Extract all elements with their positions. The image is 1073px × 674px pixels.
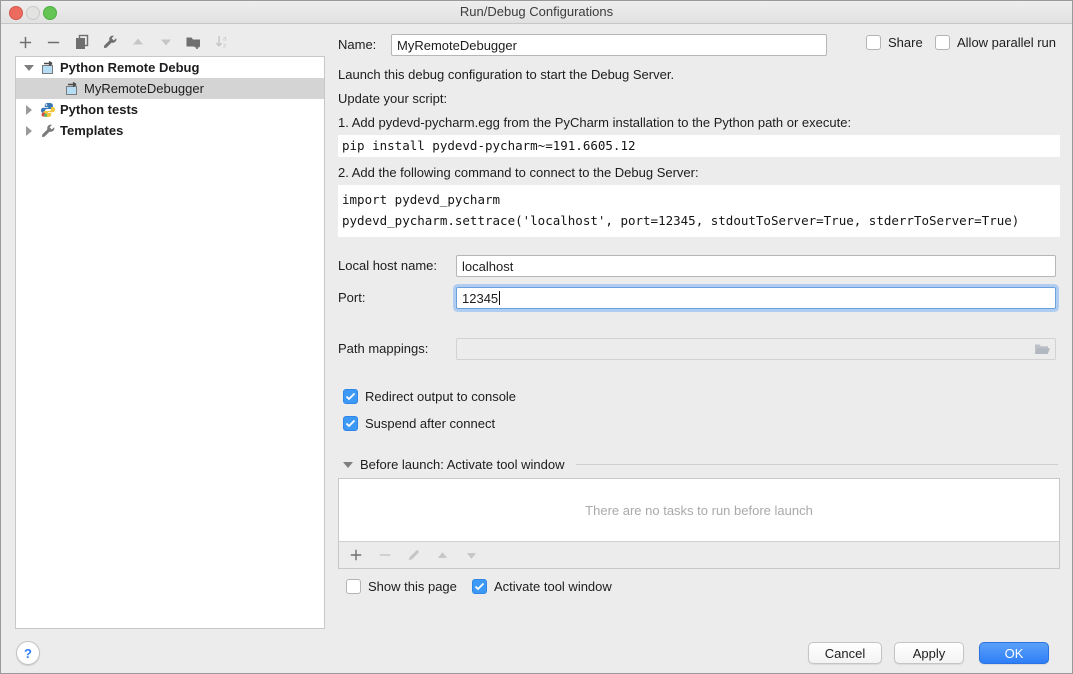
tree-item-my-remote-debugger[interactable]: MyRemoteDebugger bbox=[16, 78, 324, 99]
before-launch-title: Before launch: Activate tool window bbox=[360, 457, 565, 472]
redirect-output-checkbox[interactable] bbox=[343, 389, 358, 404]
name-input[interactable] bbox=[391, 34, 827, 56]
move-down-icon bbox=[157, 34, 174, 51]
help-button[interactable]: ? bbox=[16, 641, 40, 665]
share-label: Share bbox=[888, 35, 923, 50]
svg-text:z: z bbox=[223, 43, 226, 50]
code-line: pip install pydevd-pycharm~=191.6605.12 bbox=[338, 135, 1060, 156]
chevron-down-icon[interactable] bbox=[24, 63, 34, 73]
apply-label: Apply bbox=[913, 646, 946, 661]
tree-item-label: MyRemoteDebugger bbox=[84, 81, 204, 96]
intro-line-1: Launch this debug configuration to start… bbox=[338, 67, 674, 82]
allow-parallel-run-label: Allow parallel run bbox=[957, 35, 1056, 50]
ok-button[interactable]: OK bbox=[979, 642, 1049, 664]
path-mappings-input[interactable] bbox=[456, 338, 1056, 360]
intro-line-2: Update your script: bbox=[338, 91, 447, 106]
allow-parallel-run-checkbox[interactable] bbox=[935, 35, 950, 50]
run-debug-configurations-dialog: Run/Debug Configurations az bbox=[0, 0, 1073, 674]
run-config-icon bbox=[40, 60, 56, 76]
allow-parallel-run-checkbox-row[interactable]: Allow parallel run bbox=[935, 35, 1056, 50]
tree-item-label: Python tests bbox=[60, 102, 138, 117]
cancel-button[interactable]: Cancel bbox=[808, 642, 882, 664]
activate-tool-window-label: Activate tool window bbox=[494, 579, 612, 594]
step-1-text: 1. Add pydevd-pycharm.egg from the PyCha… bbox=[338, 115, 851, 130]
code-line: import pydevd_pycharm bbox=[338, 189, 1060, 210]
ok-label: OK bbox=[1005, 646, 1024, 661]
redirect-output-label: Redirect output to console bbox=[365, 389, 516, 404]
tree-item-templates[interactable]: Templates bbox=[16, 120, 324, 141]
tree-item-python-tests[interactable]: Python tests bbox=[16, 99, 324, 120]
move-task-up-icon bbox=[434, 547, 451, 564]
chevron-right-icon[interactable] bbox=[24, 105, 34, 115]
show-this-page-checkbox[interactable] bbox=[346, 579, 361, 594]
suspend-after-connect-label: Suspend after connect bbox=[365, 416, 495, 431]
code-line: pydevd_pycharm.settrace('localhost', por… bbox=[338, 210, 1060, 231]
add-icon[interactable] bbox=[17, 34, 34, 51]
port-input[interactable]: 12345 bbox=[456, 287, 1056, 309]
suspend-after-connect-checkbox[interactable] bbox=[343, 416, 358, 431]
browse-folder-icon[interactable] bbox=[1034, 342, 1050, 356]
tree-item-python-remote-debug[interactable]: Python Remote Debug bbox=[16, 57, 324, 78]
task-list-toolbar bbox=[339, 542, 1059, 568]
new-folder-icon[interactable] bbox=[185, 34, 202, 51]
remove-task-icon bbox=[376, 547, 393, 564]
add-task-icon[interactable] bbox=[347, 547, 364, 564]
step-2-text: 2. Add the following command to connect … bbox=[338, 165, 699, 180]
remove-icon[interactable] bbox=[45, 34, 62, 51]
share-checkbox[interactable] bbox=[866, 35, 881, 50]
settrace-code: import pydevd_pycharm pydevd_pycharm.set… bbox=[338, 185, 1060, 237]
chevron-right-icon[interactable] bbox=[24, 126, 34, 136]
show-this-page-label: Show this page bbox=[368, 579, 457, 594]
redirect-output-row[interactable]: Redirect output to console bbox=[343, 389, 516, 404]
edit-defaults-icon[interactable] bbox=[101, 34, 118, 51]
show-this-page-row[interactable]: Show this page bbox=[346, 579, 457, 594]
activate-tool-window-row[interactable]: Activate tool window bbox=[472, 579, 612, 594]
sort-configurations-icon: az bbox=[213, 34, 230, 51]
titlebar: Run/Debug Configurations bbox=[1, 1, 1072, 24]
local-host-name-input[interactable] bbox=[456, 255, 1056, 277]
wrench-icon bbox=[40, 123, 56, 139]
activate-tool-window-checkbox[interactable] bbox=[472, 579, 487, 594]
before-launch-header[interactable]: Before launch: Activate tool window bbox=[343, 457, 1058, 472]
configurations-tree: Python Remote Debug MyRemoteDebugger Pyt… bbox=[15, 56, 325, 629]
text-caret bbox=[499, 291, 500, 305]
move-up-icon bbox=[129, 34, 146, 51]
name-label: Name: bbox=[338, 37, 376, 52]
edit-task-icon bbox=[405, 547, 422, 564]
share-checkbox-row[interactable]: Share bbox=[866, 35, 923, 50]
tree-item-label: Templates bbox=[60, 123, 123, 138]
pip-install-code: pip install pydevd-pycharm~=191.6605.12 bbox=[338, 135, 1060, 157]
cancel-label: Cancel bbox=[825, 646, 865, 661]
tree-item-label: Python Remote Debug bbox=[60, 60, 199, 75]
port-value: 12345 bbox=[462, 291, 498, 306]
copy-configuration-icon[interactable] bbox=[73, 34, 90, 51]
header-rule bbox=[576, 464, 1058, 465]
run-config-icon bbox=[64, 81, 80, 97]
apply-button[interactable]: Apply bbox=[894, 642, 964, 664]
configuration-editor: Name: Share Allow parallel run Launch th… bbox=[338, 29, 1060, 629]
local-host-name-label: Local host name: bbox=[338, 258, 437, 273]
configurations-toolbar: az bbox=[17, 32, 230, 52]
task-list-empty-area: There are no tasks to run before launch bbox=[339, 479, 1059, 542]
python-tests-icon bbox=[40, 102, 56, 118]
path-mappings-label: Path mappings: bbox=[338, 341, 428, 356]
before-launch-task-list: There are no tasks to run before launch bbox=[338, 478, 1060, 569]
suspend-after-connect-row[interactable]: Suspend after connect bbox=[343, 416, 495, 431]
help-label: ? bbox=[24, 646, 32, 661]
port-label: Port: bbox=[338, 290, 365, 305]
window-title: Run/Debug Configurations bbox=[1, 4, 1072, 19]
move-task-down-icon bbox=[463, 547, 480, 564]
svg-text:a: a bbox=[223, 36, 227, 43]
collapse-triangle-icon[interactable] bbox=[343, 462, 353, 468]
empty-tasks-text: There are no tasks to run before launch bbox=[585, 503, 813, 518]
